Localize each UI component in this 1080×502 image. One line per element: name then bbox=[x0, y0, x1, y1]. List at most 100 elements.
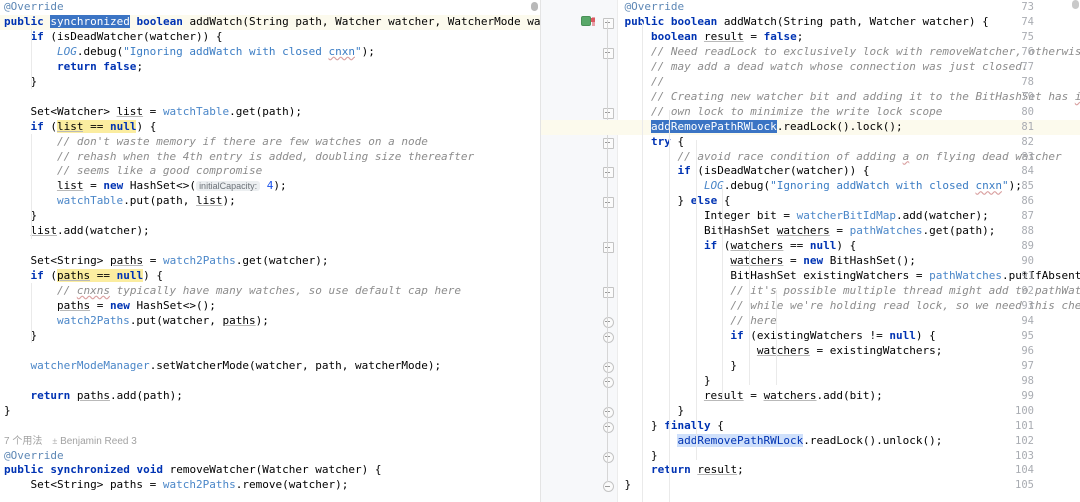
code-line-text: // while we're holding read lock, so we … bbox=[541, 299, 1080, 312]
diff-left-pane[interactable]: @Override public synchronized boolean add… bbox=[0, 0, 540, 502]
code-line[interactable]: if (watchers == null) { bbox=[541, 239, 1080, 254]
code-token: list bbox=[56, 119, 84, 133]
code-line-text: if (watchers == null) { bbox=[541, 239, 856, 253]
right-vertical-scrollbar-thumb[interactable] bbox=[1072, 0, 1079, 9]
code-token: } bbox=[730, 358, 738, 372]
gutter-icons[interactable] bbox=[580, 15, 595, 30]
code-line[interactable] bbox=[0, 374, 540, 389]
code-line[interactable]: boolean result = false; bbox=[541, 30, 1080, 45]
code-line[interactable]: Set<String> paths = watch2Paths.get(watc… bbox=[0, 254, 540, 269]
code-line-text: // seems like a good compromise bbox=[0, 164, 262, 177]
code-line-text: } bbox=[0, 404, 11, 417]
code-line[interactable]: } else { bbox=[541, 194, 1080, 209]
code-line[interactable]: list = new HashSet<>(initialCapacity: 4)… bbox=[0, 179, 540, 194]
code-line[interactable]: watchers = existingWatchers; bbox=[541, 344, 1080, 359]
code-token: .get(watcher); bbox=[235, 254, 329, 268]
code-line[interactable]: return false; bbox=[0, 60, 540, 75]
code-token: if bbox=[30, 269, 44, 283]
code-line[interactable]: } bbox=[541, 359, 1080, 374]
code-line[interactable]: public synchronized boolean addWatch(Str… bbox=[0, 14, 540, 30]
code-line[interactable]: // Creating new watcher bit and adding i… bbox=[541, 90, 1080, 105]
code-line[interactable]: addRemovePathRWLock.readLock().lock(); bbox=[540, 119, 1080, 135]
code-vision-usages[interactable]: 7 个用法 bbox=[4, 436, 42, 447]
code-line[interactable] bbox=[0, 90, 540, 105]
code-token: == bbox=[83, 119, 110, 133]
code-line[interactable]: BitHashSet existingWatchers = pathWatche… bbox=[541, 269, 1080, 284]
code-line[interactable]: Integer bit = watcherBitIdMap.add(watche… bbox=[541, 209, 1080, 224]
code-line[interactable]: list.add(watcher); bbox=[0, 224, 540, 239]
code-line[interactable]: } bbox=[0, 75, 540, 90]
code-line[interactable]: paths = new HashSet<>(); bbox=[0, 299, 540, 314]
code-line[interactable]: try { bbox=[541, 135, 1080, 150]
code-line[interactable]: // cnxns typically have many watches, so… bbox=[0, 284, 540, 299]
line-number: 80 bbox=[1021, 105, 1034, 118]
code-token: == bbox=[783, 239, 810, 253]
code-line[interactable]: // avoid race condition of adding a on f… bbox=[541, 150, 1080, 165]
code-token: .remove(watcher); bbox=[235, 478, 349, 492]
code-line[interactable]: @Override bbox=[0, 0, 540, 15]
code-token: ); bbox=[273, 179, 287, 193]
line-number: 79 bbox=[1021, 90, 1034, 103]
code-line[interactable]: // while we're holding read lock, so we … bbox=[541, 299, 1080, 314]
code-token: // bbox=[56, 284, 77, 298]
code-line[interactable] bbox=[0, 344, 540, 359]
code-line-text: result = watchers.add(bit); bbox=[541, 389, 883, 402]
code-line[interactable]: if (paths == null) { bbox=[0, 269, 540, 284]
code-line[interactable]: watcherModeManager.setWatcherMode(watche… bbox=[0, 359, 540, 374]
code-line[interactable]: } bbox=[0, 404, 540, 419]
code-line[interactable]: @Override bbox=[541, 0, 1080, 15]
code-line[interactable]: // own lock to minimize the write lock s… bbox=[541, 105, 1080, 120]
code-line[interactable]: if (isDeadWatcher(watcher)) { bbox=[541, 164, 1080, 179]
code-line[interactable]: } bbox=[0, 209, 540, 224]
code-line-text: Set<String> paths = watch2Paths.remove(w… bbox=[0, 478, 348, 491]
code-vision-hint[interactable]: 7 个用法 ± Benjamin Reed 3 bbox=[0, 434, 137, 449]
code-line[interactable]: LOG.debug("Ignoring addWatch with closed… bbox=[0, 45, 540, 60]
code-line[interactable]: // don't waste memory if there are few w… bbox=[0, 135, 540, 150]
code-token: result bbox=[703, 388, 744, 402]
code-line[interactable]: } finally { bbox=[541, 419, 1080, 434]
code-line[interactable]: if (isDeadWatcher(watcher)) { bbox=[0, 30, 540, 45]
code-token: ); bbox=[255, 313, 269, 327]
code-line[interactable]: BitHashSet watchers = pathWatches.get(pa… bbox=[541, 224, 1080, 239]
code-line[interactable]: // bbox=[541, 75, 1080, 90]
diff-right-pane[interactable]: @Override public boolean addWatch(String … bbox=[539, 0, 1080, 502]
run-method-icon[interactable] bbox=[580, 15, 591, 26]
code-line[interactable]: // seems like a good compromise bbox=[0, 164, 540, 179]
code-line[interactable]: addRemovePathRWLock.readLock().unlock(); bbox=[541, 433, 1080, 449]
code-line[interactable]: result = watchers.add(bit); bbox=[541, 389, 1080, 404]
code-line[interactable]: LOG.debug("Ignoring addWatch with closed… bbox=[541, 179, 1080, 194]
code-line[interactable]: if (existingWatchers != null) { bbox=[541, 329, 1080, 344]
code-line-text: @Override bbox=[0, 0, 64, 13]
code-token: } bbox=[624, 478, 632, 492]
code-line[interactable]: watch2Paths.put(watcher, paths); bbox=[0, 314, 540, 329]
code-line-text: watchers = new BitHashSet(); bbox=[541, 254, 916, 268]
code-line[interactable]: watchTable.put(path, list); bbox=[0, 194, 540, 209]
code-token: result bbox=[703, 29, 744, 43]
code-line[interactable]: // rehash when the 4th entry is added, d… bbox=[0, 150, 540, 165]
code-line[interactable]: } bbox=[0, 329, 540, 344]
code-line[interactable] bbox=[0, 239, 540, 254]
code-line[interactable]: public boolean addWatch(String path, Wat… bbox=[541, 15, 1080, 30]
code-line[interactable]: Set<Watcher> list = watchTable.get(path)… bbox=[0, 105, 540, 120]
code-line[interactable]: // may add a dead watch whose connection… bbox=[541, 60, 1080, 75]
code-line[interactable]: } bbox=[541, 404, 1080, 419]
code-line[interactable]: // it's possible multiple thread might a… bbox=[541, 284, 1080, 299]
code-line[interactable]: Set<String> paths = watch2Paths.remove(w… bbox=[0, 478, 540, 493]
code-line[interactable]: } bbox=[541, 449, 1080, 464]
code-line[interactable]: // Need readLock to exclusively lock wit… bbox=[541, 45, 1080, 60]
code-line[interactable]: } bbox=[541, 374, 1080, 389]
left-vertical-scrollbar-thumb[interactable] bbox=[530, 2, 538, 11]
code-line[interactable]: // here bbox=[541, 314, 1080, 329]
code-line[interactable]: if (list == null) { bbox=[0, 119, 540, 135]
code-line[interactable]: watchers = new BitHashSet(); bbox=[541, 254, 1080, 269]
code-token: ) { bbox=[915, 328, 936, 342]
code-line[interactable]: } bbox=[541, 478, 1080, 493]
code-line[interactable]: return paths.add(path); bbox=[0, 389, 540, 404]
code-vision-author[interactable]: Benjamin Reed 3 bbox=[57, 436, 137, 447]
code-line[interactable]: @Override bbox=[0, 449, 540, 464]
code-line[interactable] bbox=[0, 419, 540, 434]
code-line[interactable]: public synchronized void removeWatcher(W… bbox=[0, 463, 540, 478]
line-number: 102 bbox=[1015, 434, 1034, 447]
code-line[interactable]: return result; bbox=[541, 463, 1080, 478]
code-token: BitHashSet(); bbox=[823, 254, 916, 268]
